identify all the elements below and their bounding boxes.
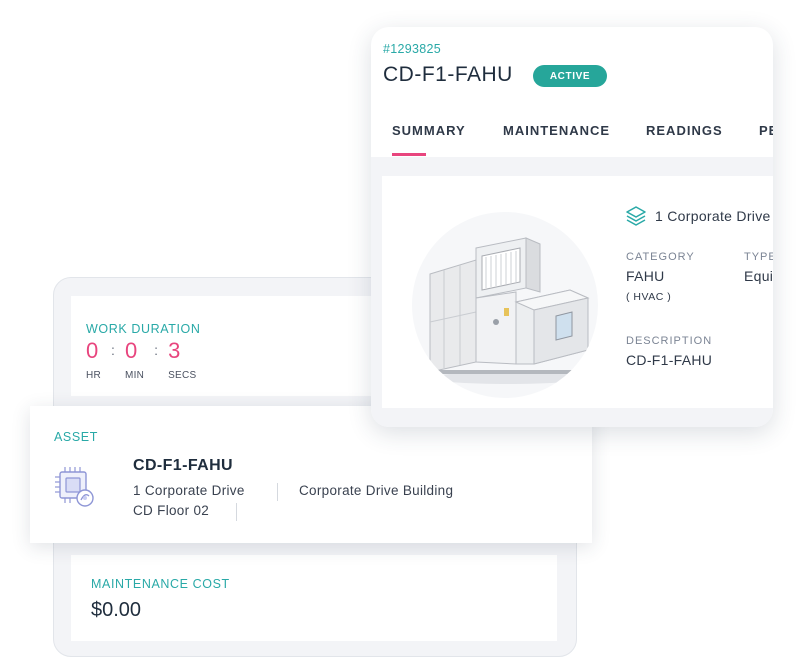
air-handling-unit-photo — [412, 212, 598, 398]
work-duration-timer: 0 HR : 0 MIN : 3 SECS — [86, 336, 197, 381]
summary-panel: 1 Corporate Drive CATEGORY FAHU ( HVAC )… — [382, 176, 773, 408]
category-value: FAHU — [626, 268, 665, 284]
timer-separator: : — [154, 342, 159, 358]
tab-pe[interactable]: PE — [759, 123, 773, 138]
layers-icon — [626, 206, 646, 226]
equipment-chip-icon — [55, 467, 94, 507]
type-label: TYPE — [744, 251, 773, 263]
asset-floor: CD Floor 02 — [133, 503, 210, 518]
maintenance-cost-label: MAINTENANCE COST — [91, 577, 230, 591]
timer-hours: 0 — [86, 338, 99, 363]
type-value: Equi — [744, 268, 773, 284]
asset-site: 1 Corporate Drive — [133, 483, 245, 498]
active-tab-indicator — [392, 153, 426, 156]
tab-readings[interactable]: READINGS — [646, 123, 723, 138]
divider — [277, 483, 278, 501]
timer-minutes: 0 — [124, 338, 138, 363]
timer-seconds-unit: SECS — [168, 370, 197, 381]
asset-id: #1293825 — [383, 42, 442, 56]
asset-detail-title: CD-F1-FAHU — [383, 63, 513, 86]
maintenance-cost-panel: MAINTENANCE COST $0.00 — [71, 555, 557, 641]
work-duration-panel: WORK DURATION 0 HR : 0 MIN : 3 SECS — [71, 296, 371, 396]
asset-detail-card: #1293825 CD-F1-FAHU ACTIVE SUMMARY MAINT… — [371, 27, 773, 427]
asset-building: Corporate Drive Building — [299, 483, 454, 498]
timer-hours-unit: HR — [86, 370, 102, 381]
asset-section-label: ASSET — [54, 430, 98, 444]
description-label: DESCRIPTION — [626, 335, 713, 347]
asset-tabs: SUMMARY MAINTENANCE READINGS PE — [371, 123, 773, 157]
maintenance-cost-value: $0.00 — [91, 599, 142, 621]
asset-location: 1 Corporate Drive — [655, 208, 771, 224]
category-label: CATEGORY — [626, 251, 695, 263]
timer-minutes-unit: MIN — [124, 370, 145, 381]
divider — [236, 503, 237, 521]
timer-seconds: 3 — [168, 338, 181, 363]
description-value: CD-F1-FAHU — [626, 352, 713, 368]
work-duration-label: WORK DURATION — [86, 322, 201, 336]
asset-name: CD-F1-FAHU — [133, 457, 233, 474]
asset-detail-body: 1 Corporate Drive CATEGORY FAHU ( HVAC )… — [371, 157, 773, 427]
tab-maintenance[interactable]: MAINTENANCE — [503, 123, 610, 138]
timer-separator: : — [111, 342, 115, 358]
tab-summary[interactable]: SUMMARY — [392, 123, 466, 138]
air-handling-unit-illustration — [429, 237, 590, 384]
status-badge: ACTIVE — [533, 65, 607, 87]
category-sub: ( HVAC ) — [626, 291, 672, 303]
